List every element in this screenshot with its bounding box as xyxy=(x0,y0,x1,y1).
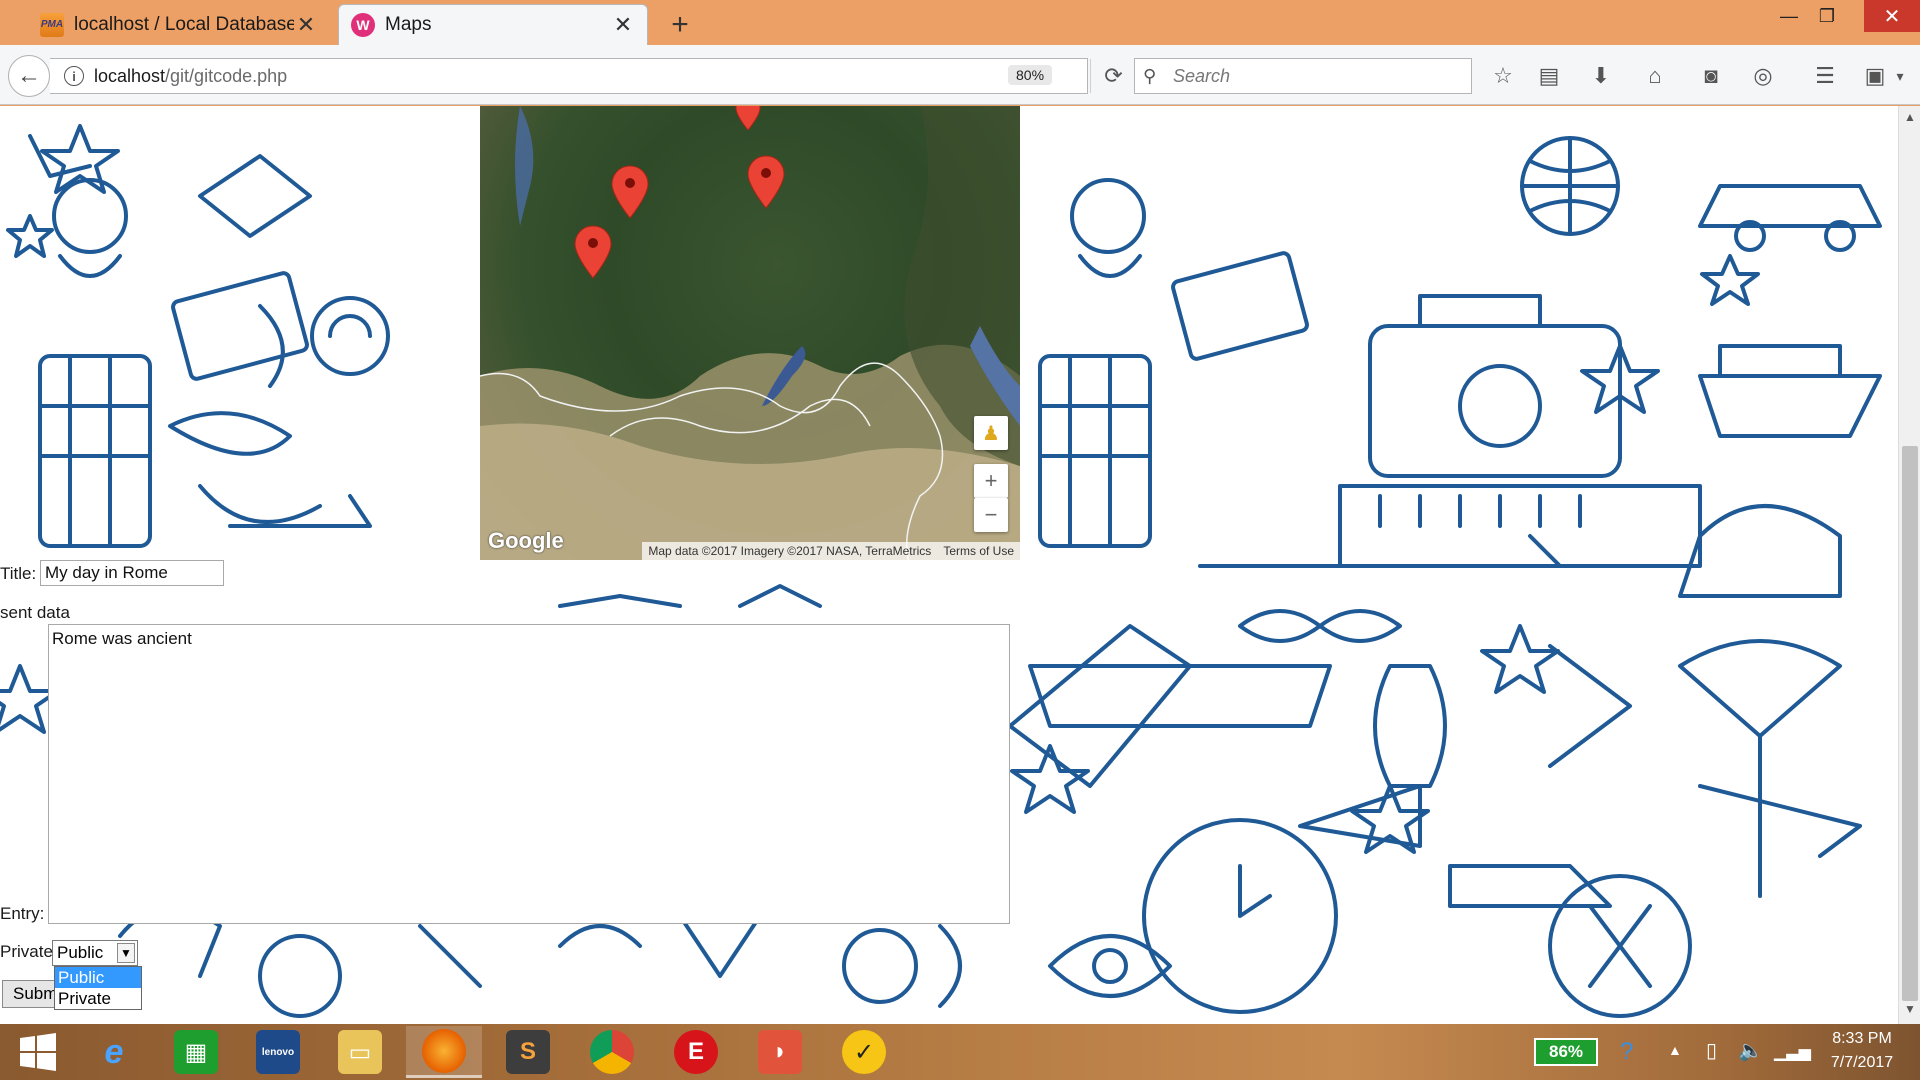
back-arrow-icon: ← xyxy=(17,62,41,89)
street-view-pegman-icon[interactable]: ♟ xyxy=(974,416,1008,450)
tab-local-databases[interactable]: PMA localhost / Local Databases ✕ xyxy=(28,4,330,45)
battery-tray-icon[interactable]: ▯ xyxy=(1706,1038,1717,1063)
url-bar[interactable]: i localhost/git/gitcode.php 80% ⟳ xyxy=(50,58,1123,94)
close-tab-icon[interactable]: ✕ xyxy=(294,12,318,38)
entry-label: Entry: xyxy=(0,904,45,924)
battery-indicator[interactable]: 86% xyxy=(1534,1038,1598,1066)
zoom-level-badge[interactable]: 80% xyxy=(1008,65,1053,85)
home-icon[interactable]: ⌂ xyxy=(1638,59,1672,93)
volume-icon[interactable]: 🔈 xyxy=(1738,1038,1763,1063)
entry-textarea[interactable]: Rome was ancient xyxy=(48,624,1010,924)
page-content: Google Map data ©2017 Imagery ©2017 NASA… xyxy=(0,106,1898,1024)
google-map[interactable]: Google Map data ©2017 Imagery ©2017 NASA… xyxy=(480,106,1020,560)
privacy-selected-value: Public xyxy=(57,943,104,962)
wamp-icon: W xyxy=(351,13,375,37)
new-tab-button[interactable]: + xyxy=(664,8,696,42)
privacy-label: Private xyxy=(0,942,53,962)
title-bar: PMA localhost / Local Databases ✕ W Maps… xyxy=(0,0,1920,45)
menu-icon[interactable]: ☰ xyxy=(1808,59,1842,93)
map-marker xyxy=(574,106,785,279)
firefox-app[interactable] xyxy=(406,1026,482,1078)
sync-icon[interactable]: ◎ xyxy=(1746,59,1780,93)
chevron-down-icon[interactable]: ▼ xyxy=(117,943,135,963)
scroll-down-icon[interactable]: ▼ xyxy=(1899,1002,1920,1022)
clock-date[interactable]: 7/7/2017 xyxy=(1812,1054,1912,1072)
search-icon: ⚲ xyxy=(1143,65,1157,86)
lenovo-app[interactable]: lenovo xyxy=(240,1026,316,1078)
scrollbar-thumb[interactable] xyxy=(1902,446,1918,1001)
red-app-icon: ◗ xyxy=(758,1030,802,1074)
google-logo: Google xyxy=(488,528,564,553)
terms-of-use-link[interactable]: Terms of Use xyxy=(943,544,1014,558)
option-private[interactable]: Private xyxy=(55,988,141,1009)
e-app-icon: E xyxy=(674,1030,718,1074)
file-explorer-app[interactable]: ▭ xyxy=(322,1026,398,1078)
download-icon[interactable]: ⬇ xyxy=(1584,59,1618,93)
reload-button[interactable]: ⟳ xyxy=(1090,59,1136,93)
start-button[interactable] xyxy=(0,1026,76,1078)
map-zoom-in-button[interactable]: + xyxy=(974,464,1008,498)
extension-icon[interactable]: ▣ xyxy=(1858,59,1892,93)
folder-icon: ▭ xyxy=(338,1030,382,1074)
option-public[interactable]: Public xyxy=(55,967,141,988)
sublime-text-app[interactable]: S xyxy=(490,1026,566,1078)
page-scrollbar[interactable]: ▲ ▼ xyxy=(1898,106,1920,1024)
windows-logo-icon xyxy=(20,1033,56,1071)
store-app[interactable]: ▦ xyxy=(158,1026,234,1078)
show-hidden-icons-chevron-icon[interactable]: ▲ xyxy=(1668,1042,1682,1058)
map-data-text: Map data ©2017 Imagery ©2017 NASA, Terra… xyxy=(648,544,932,558)
close-window-button[interactable]: ✕ xyxy=(1864,0,1920,32)
e-app[interactable]: E xyxy=(658,1026,734,1078)
maximize-button[interactable]: ❐ xyxy=(1804,0,1850,32)
url-host: localhost xyxy=(94,65,166,86)
checkmark-icon: ✓ xyxy=(842,1030,886,1074)
phpmyadmin-icon: PMA xyxy=(40,12,64,37)
title-label: Title: xyxy=(0,564,37,584)
reading-list-icon[interactable]: ▤ xyxy=(1532,59,1566,93)
overflow-chevron-icon[interactable]: ▾ xyxy=(1890,59,1910,93)
url-path: /git/gitcode.php xyxy=(165,65,288,86)
privacy-dropdown-list: Public Private xyxy=(54,966,142,1010)
store-icon: ▦ xyxy=(174,1030,218,1074)
tab-title: localhost / Local Databases xyxy=(74,13,294,35)
site-info-icon[interactable]: i xyxy=(64,66,84,86)
red-app[interactable]: ◗ xyxy=(742,1026,818,1078)
pocket-icon[interactable]: ◙ xyxy=(1694,59,1728,93)
search-bar[interactable]: ⚲ Search xyxy=(1134,58,1472,94)
firefox-icon xyxy=(422,1028,466,1073)
title-input[interactable] xyxy=(40,560,224,586)
tab-maps[interactable]: W Maps ✕ xyxy=(338,4,648,45)
chrome-app[interactable] xyxy=(574,1026,650,1078)
map-zoom-out-button[interactable]: − xyxy=(974,498,1008,532)
sublime-text-icon: S xyxy=(506,1030,550,1074)
tab-title: Maps xyxy=(385,14,432,35)
map-attribution: Map data ©2017 Imagery ©2017 NASA, Terra… xyxy=(642,542,1020,560)
close-tab-icon[interactable]: ✕ xyxy=(611,12,635,38)
search-placeholder: Search xyxy=(1173,65,1231,86)
privacy-select[interactable]: Public ▼ xyxy=(52,940,138,966)
chrome-icon xyxy=(590,1030,634,1074)
internet-explorer-app[interactable]: e xyxy=(76,1026,152,1078)
bookmark-star-icon[interactable]: ☆ xyxy=(1486,59,1520,93)
lenovo-icon: lenovo xyxy=(256,1030,300,1074)
help-icon[interactable]: ? xyxy=(1620,1038,1633,1066)
scroll-up-icon[interactable]: ▲ xyxy=(1899,110,1920,130)
sent-data-text: sent data xyxy=(0,603,70,623)
clock-time[interactable]: 8:33 PM xyxy=(1812,1030,1912,1048)
submit-button[interactable]: Submit xyxy=(2,980,56,1008)
navigation-bar: ← i localhost/git/gitcode.php 80% ⟳ ⚲ Se… xyxy=(0,45,1920,105)
norton-app[interactable]: ✓ xyxy=(826,1026,902,1078)
back-button[interactable]: ← xyxy=(8,55,50,97)
network-signal-icon[interactable]: ▁▃▅ xyxy=(1774,1042,1811,1062)
map-markers xyxy=(574,106,785,279)
windows-taskbar: e ▦ lenovo ▭ S E ◗ ✓ 86% ? ▲ ▯ 🔈 ▁▃▅ 8:3… xyxy=(0,1024,1920,1080)
internet-explorer-icon: e xyxy=(104,1032,124,1071)
